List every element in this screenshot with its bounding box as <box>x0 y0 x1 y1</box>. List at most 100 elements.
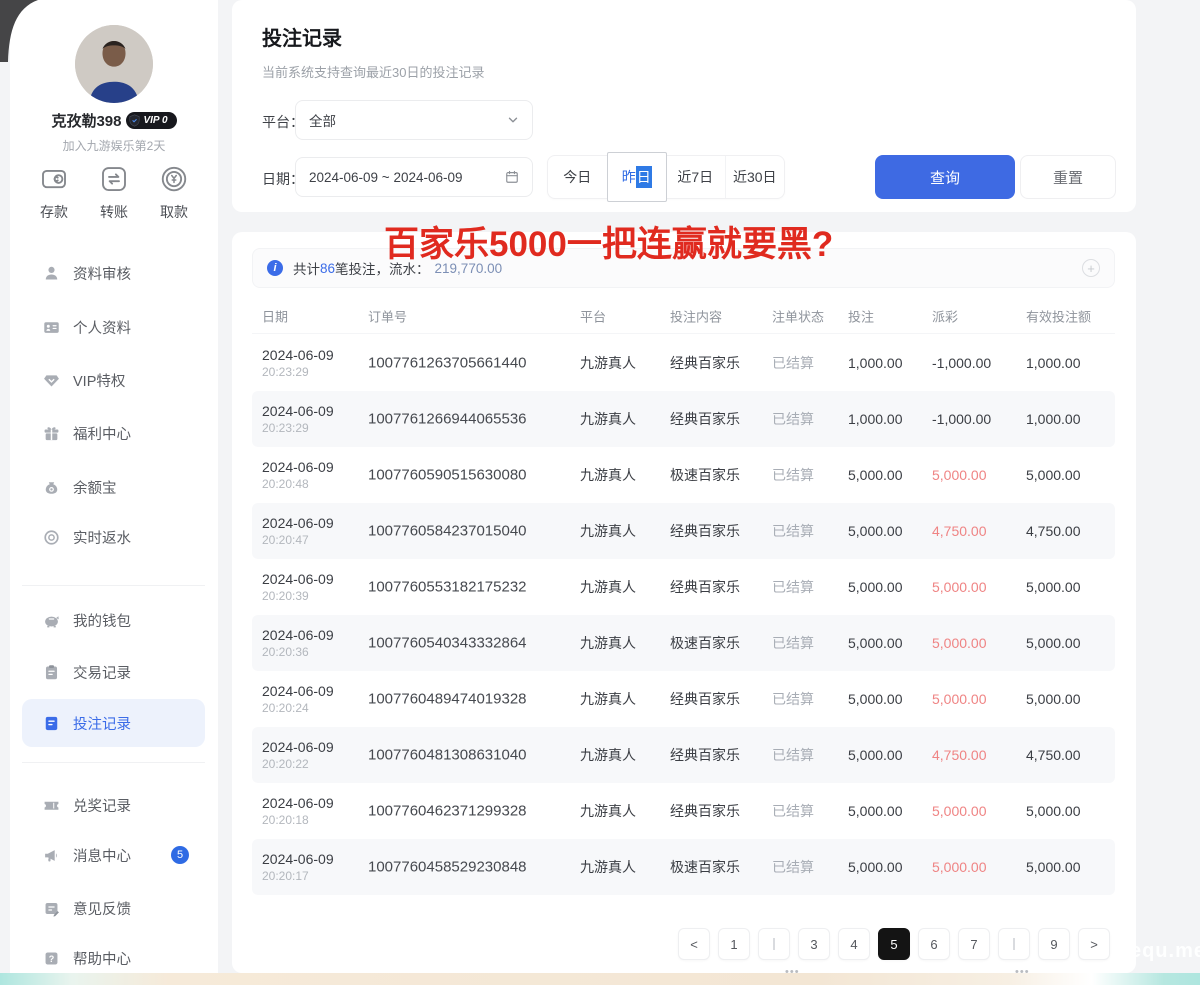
deposit-button[interactable]: 存款 <box>27 164 81 222</box>
range-today-button[interactable]: 今日 <box>548 156 608 198</box>
cell-status: 已结算 <box>772 465 814 485</box>
cell-payout: 5,000.00 <box>932 803 987 819</box>
clipboard-icon <box>43 664 60 681</box>
pagination: < 1 3 4 5 6 7 9 > <box>678 928 1110 960</box>
cell-platform: 九游真人 <box>580 633 636 653</box>
cell-bet: 5,000.00 <box>848 691 903 707</box>
page-button-4[interactable]: 4 <box>838 928 870 960</box>
sidebar-item-vip[interactable]: VIP特权 <box>22 356 205 404</box>
cell-order: 1007760458529230848 <box>368 859 527 876</box>
page-button-9[interactable]: 9 <box>1038 928 1070 960</box>
range-yesterday-button[interactable]: 昨日 <box>607 152 668 202</box>
sidebar-item-feedback[interactable]: 意见反馈 <box>22 884 205 932</box>
col-status: 注单状态 <box>772 306 824 325</box>
cell-valid: 5,000.00 <box>1026 467 1081 483</box>
platform-select[interactable]: 全部 <box>295 100 533 140</box>
table-card: i 共计86笔投注，流水：219,770.00 + 日期 订单号 平台 投注内容… <box>232 232 1136 973</box>
avatar[interactable] <box>75 25 153 103</box>
transfer-button[interactable]: 转账 <box>87 164 141 222</box>
window-edge-dots: ••• <box>785 966 800 978</box>
cell-date: 2024-06-0920:20:47 <box>262 515 334 547</box>
cell-content: 极速百家乐 <box>670 633 740 653</box>
watermark: equ.me <box>1130 940 1200 963</box>
cell-platform: 九游真人 <box>580 353 636 373</box>
help-question-icon: ? <box>43 950 60 967</box>
username: 克孜勒398 <box>51 110 121 131</box>
col-valid: 有效投注额 <box>1026 306 1091 325</box>
page-button-3[interactable]: 3 <box>798 928 830 960</box>
chevron-down-icon <box>507 114 519 126</box>
cell-payout: 4,750.00 <box>932 747 987 763</box>
reset-button[interactable]: 重置 <box>1020 155 1116 199</box>
cell-platform: 九游真人 <box>580 465 636 485</box>
col-date: 日期 <box>262 306 288 325</box>
piggy-bank-icon <box>43 612 60 629</box>
cell-date: 2024-06-0920:20:17 <box>262 851 334 883</box>
cell-status: 已结算 <box>772 353 814 373</box>
search-button[interactable]: 查询 <box>875 155 1015 199</box>
page-button-7[interactable]: 7 <box>958 928 990 960</box>
summary-prefix: 共计 <box>293 258 320 278</box>
cell-date: 2024-06-0920:20:36 <box>262 627 334 659</box>
window-edge-dots: ••• <box>1015 966 1030 978</box>
calendar-icon <box>505 170 519 184</box>
prev-page-button[interactable]: < <box>678 928 710 960</box>
cell-bet: 5,000.00 <box>848 803 903 819</box>
range-30days-button[interactable]: 近30日 <box>726 156 785 198</box>
sidebar-item-prize-records[interactable]: 兑奖记录 <box>22 781 205 829</box>
quick-actions: 存款 转账 取款 <box>10 164 218 222</box>
date-range-input[interactable]: 2024-06-09 ~ 2024-06-09 <box>295 157 533 197</box>
table-row: 2024-06-0920:20:47 1007760584237015040 九… <box>252 503 1115 559</box>
cell-bet: 1,000.00 <box>848 355 903 371</box>
cell-valid: 5,000.00 <box>1026 691 1081 707</box>
table-row: 2024-06-0920:20:24 1007760489474019328 九… <box>252 671 1115 727</box>
cell-order: 1007761263705661440 <box>368 355 527 372</box>
sidebar-item-wallet[interactable]: 我的钱包 <box>22 596 205 644</box>
cell-order: 1007760481308631040 <box>368 747 527 764</box>
sidebar-item-profile[interactable]: 个人资料 <box>22 303 205 351</box>
cell-valid: 4,750.00 <box>1026 523 1081 539</box>
sidebar-item-welfare[interactable]: 福利中心 <box>22 409 205 457</box>
sidebar-item-yuebao[interactable]: 余额宝 <box>22 463 205 511</box>
vip-badge[interactable]: VIP 0 <box>126 112 176 129</box>
cell-content: 极速百家乐 <box>670 857 740 877</box>
page-button-1[interactable]: 1 <box>718 928 750 960</box>
cell-valid: 1,000.00 <box>1026 355 1081 371</box>
sidebar-item-audit[interactable]: 资料审核 <box>22 249 205 297</box>
cell-bet: 1,000.00 <box>848 411 903 427</box>
table-row: 2024-06-0920:20:36 1007760540343332864 九… <box>252 615 1115 671</box>
feedback-note-icon <box>43 900 60 917</box>
join-info: 加入九游娱乐第2天 <box>10 137 218 154</box>
table-row: 2024-06-0920:20:48 1007760590515630080 九… <box>252 447 1115 503</box>
table-body: 2024-06-0920:23:29 1007761263705661440 九… <box>252 335 1115 895</box>
ellipsis-prev-button[interactable] <box>758 928 790 960</box>
cell-payout: -1,000.00 <box>932 355 991 371</box>
page-button-6[interactable]: 6 <box>918 928 950 960</box>
window-corner-decoration <box>0 0 40 67</box>
vip-shield-icon <box>129 114 140 127</box>
range-7days-button[interactable]: 近7日 <box>666 156 726 198</box>
red-caption-overlay: 百家乐5000一把连赢就要黑? <box>384 216 833 267</box>
table-row: 2024-06-0920:20:22 1007760481308631040 九… <box>252 727 1115 783</box>
col-content: 投注内容 <box>670 306 722 325</box>
sidebar-item-messages[interactable]: 消息中心 5 <box>22 831 205 879</box>
cell-status: 已结算 <box>772 745 814 765</box>
cell-platform: 九游真人 <box>580 409 636 429</box>
ellipsis-next-button[interactable] <box>998 928 1030 960</box>
withdraw-button[interactable]: 取款 <box>147 164 201 222</box>
cell-date: 2024-06-0920:20:39 <box>262 571 334 603</box>
cell-content: 经典百家乐 <box>670 409 740 429</box>
page-button-5-active[interactable]: 5 <box>878 928 910 960</box>
sidebar-item-bet-records[interactable]: 投注记录 <box>22 699 205 747</box>
cell-order: 1007760553182175232 <box>368 579 527 596</box>
expand-plus-icon[interactable]: + <box>1082 259 1100 277</box>
sidebar-item-rebate[interactable]: 实时返水 <box>22 513 205 561</box>
next-page-button[interactable]: > <box>1078 928 1110 960</box>
cell-bet: 5,000.00 <box>848 635 903 651</box>
gift-icon <box>43 425 60 442</box>
sidebar-item-transactions[interactable]: 交易记录 <box>22 648 205 696</box>
cell-status: 已结算 <box>772 801 814 821</box>
cell-payout: 5,000.00 <box>932 859 987 875</box>
cell-payout: -1,000.00 <box>932 411 991 427</box>
cell-order: 1007760590515630080 <box>368 467 527 484</box>
